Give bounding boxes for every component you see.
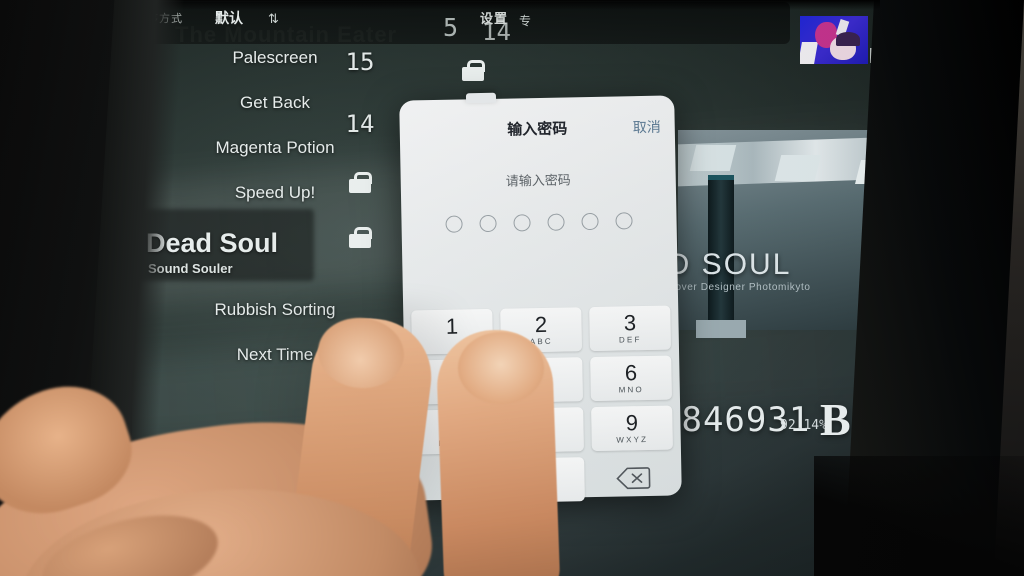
key-digit: 4 bbox=[446, 363, 460, 389]
passcode-dot bbox=[581, 212, 599, 231]
album-art-base bbox=[696, 320, 746, 338]
key-letters: GHI bbox=[442, 387, 464, 398]
key-8[interactable]: 8 TUV bbox=[502, 407, 584, 453]
settings-extra: 专 bbox=[519, 14, 532, 28]
difficulty-value: 15 bbox=[345, 48, 375, 76]
key-digit: 0 bbox=[537, 461, 551, 487]
padlock-icon bbox=[349, 227, 372, 248]
sort-ascending-icon[interactable]: ⇅ bbox=[268, 11, 279, 27]
tablet-photo: DEAD SOUL Souler / Cover Designer Photom… bbox=[0, 0, 1024, 576]
passcode-dots bbox=[401, 211, 676, 233]
difficulty-column: 15 14 bbox=[330, 48, 390, 282]
passcode-dot bbox=[547, 213, 565, 231]
tablet-bezel-top bbox=[120, 0, 880, 10]
album-art-light-2 bbox=[774, 155, 822, 181]
avatar[interactable] bbox=[800, 16, 868, 64]
settings-label[interactable]: 设置 bbox=[480, 8, 508, 27]
dialog-notch bbox=[465, 92, 497, 104]
list-item[interactable]: Rubbish Sorting bbox=[130, 300, 420, 320]
padlock-icon bbox=[462, 60, 485, 81]
passcode-dot bbox=[513, 214, 531, 232]
backspace-icon bbox=[615, 467, 650, 490]
passcode-dot bbox=[479, 214, 497, 233]
numeric-keypad: 1 2 ABC 3 DEF 4 GHI 5 JKL 6 MNO 7 PQRS 8… bbox=[411, 305, 674, 505]
key-1[interactable]: 1 bbox=[411, 308, 494, 355]
passcode-dot bbox=[615, 212, 633, 230]
key-digit: 9 bbox=[625, 409, 639, 435]
key-digit: 5 bbox=[535, 361, 549, 387]
key-letters: TUV bbox=[531, 436, 555, 446]
key-digit: 3 bbox=[623, 309, 637, 335]
passcode-dot bbox=[445, 215, 463, 233]
key-0[interactable]: 0 bbox=[503, 457, 585, 503]
key-letters: ABC bbox=[529, 336, 553, 346]
difficulty-value: 14 bbox=[345, 110, 375, 138]
key-6[interactable]: 6 MNO bbox=[590, 355, 672, 402]
key-2[interactable]: 2 ABC bbox=[500, 307, 583, 353]
padlock-icon bbox=[349, 172, 372, 193]
key-digit: 1 bbox=[445, 313, 459, 339]
grade-badge: B bbox=[820, 394, 851, 445]
key-3[interactable]: 3 DEF bbox=[589, 305, 672, 352]
key-9[interactable]: 9 WXYZ bbox=[591, 405, 673, 452]
key-4[interactable]: 4 GHI bbox=[412, 358, 495, 405]
key-digit: 6 bbox=[624, 359, 638, 385]
list-item[interactable]: Next Time bbox=[130, 345, 420, 365]
backspace-button[interactable] bbox=[592, 455, 674, 501]
key-digit: 7 bbox=[447, 413, 461, 439]
dialog-prompt: 请输入密码 bbox=[505, 172, 571, 189]
key-blank bbox=[414, 459, 496, 505]
key-letters: MNO bbox=[618, 384, 644, 395]
key-letters: PQRS bbox=[438, 437, 471, 448]
counter-left: 5 bbox=[443, 13, 461, 42]
key-letters: WXYZ bbox=[616, 434, 649, 445]
key-5[interactable]: 5 JKL bbox=[501, 357, 583, 403]
key-digit: 8 bbox=[536, 411, 550, 437]
cancel-button[interactable]: 取消 bbox=[633, 117, 661, 138]
front-camera bbox=[10, 400, 52, 470]
passcode-dialog: 输入密码 取消 请输入密码 1 2 ABC 3 DEF 4 GHI 5 JKL … bbox=[399, 95, 682, 503]
key-7[interactable]: 7 PQRS bbox=[413, 408, 495, 455]
key-letters: JKL bbox=[531, 386, 553, 396]
sort-value[interactable]: 默认 bbox=[215, 8, 243, 28]
album-art-light-1 bbox=[689, 145, 737, 171]
key-letters: DEF bbox=[618, 334, 642, 344]
tablet-bezel-bottom-right bbox=[814, 456, 1024, 576]
key-digit: 2 bbox=[534, 311, 548, 337]
